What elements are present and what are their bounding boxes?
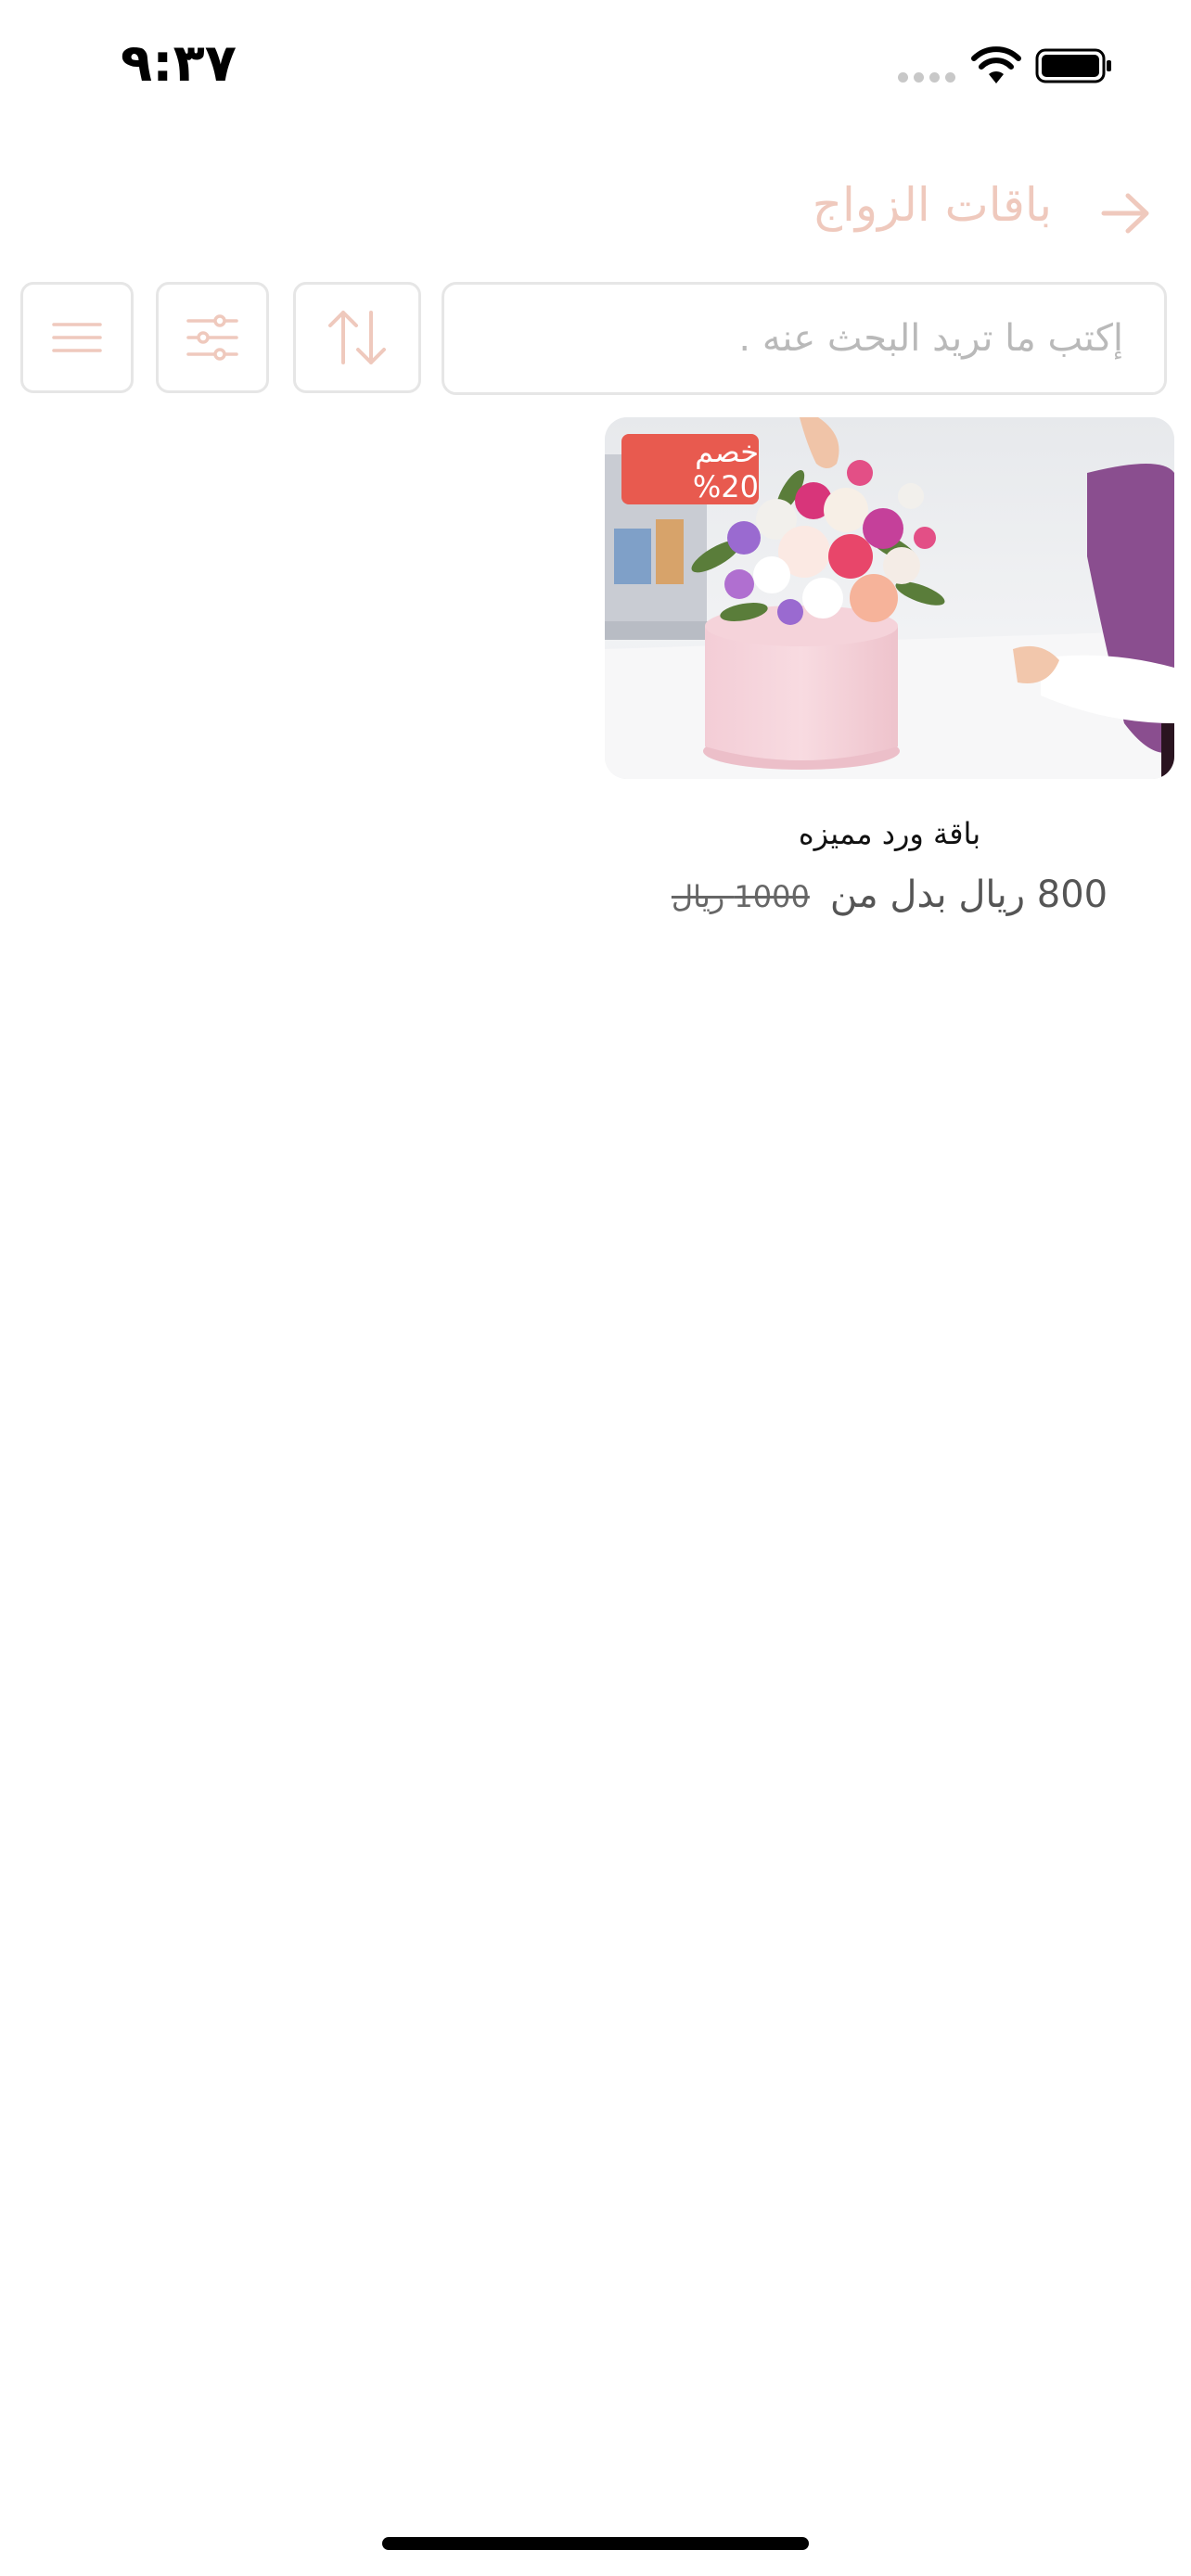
page-title: باقات الزواج xyxy=(812,178,1052,232)
price-new: 800 ريال بدل من xyxy=(829,874,1108,916)
arrow-right-icon xyxy=(1101,193,1149,234)
home-indicator xyxy=(382,2537,809,2550)
sliders-icon xyxy=(186,314,238,361)
product-name: باقة ورد مميزه xyxy=(798,816,981,851)
header: باقات الزواج xyxy=(0,167,1191,260)
filter-button[interactable] xyxy=(156,282,269,393)
status-time: ٩:٣٧ xyxy=(121,33,237,94)
discount-badge: خصم 20% xyxy=(621,434,759,504)
search-input[interactable] xyxy=(444,285,1164,392)
battery-icon xyxy=(1035,48,1111,83)
menu-lines-icon xyxy=(52,323,102,352)
product-image[interactable]: خصم 20% xyxy=(605,417,1174,779)
product-price: 800 ريال بدل من 1000 ريال xyxy=(605,874,1174,916)
product-card[interactable]: خصم 20% باقة ورد مميزه 800 ريال بدل من 1… xyxy=(605,417,1174,916)
sort-button[interactable] xyxy=(293,282,421,393)
menu-button[interactable] xyxy=(20,282,134,393)
price-old: 1000 ريال xyxy=(671,879,810,914)
wifi-icon xyxy=(971,46,1021,83)
back-button[interactable] xyxy=(1089,176,1163,250)
status-bar: ٩:٣٧ xyxy=(0,0,1191,130)
search-box xyxy=(442,282,1167,395)
sort-arrows-icon xyxy=(328,311,386,364)
signal-dots-icon xyxy=(898,72,955,83)
toolbar xyxy=(0,282,1191,397)
